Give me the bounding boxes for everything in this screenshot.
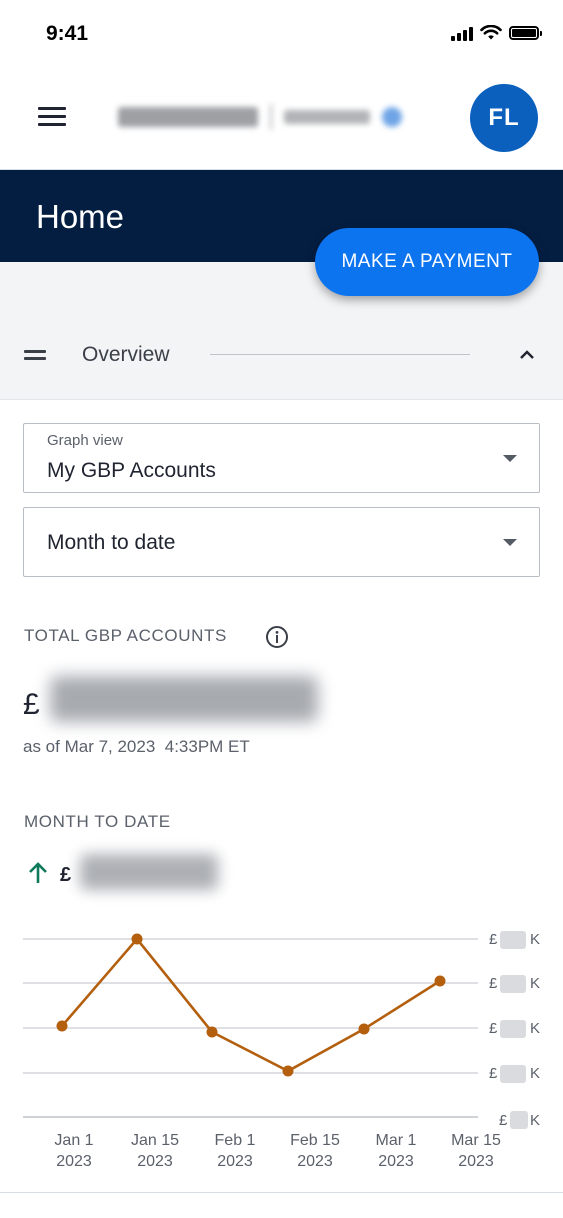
y-axis-labels: £ K £ K £ K £ K £ K — [489, 931, 540, 1129]
x-tick-year: 2023 — [378, 1153, 414, 1170]
graph-view-select[interactable]: Graph view My GBP Accounts — [23, 423, 540, 493]
overview-section-header: Overview — [0, 330, 563, 380]
y-tick-suffix: K — [530, 1065, 540, 1082]
battery-icon — [509, 26, 542, 40]
data-point[interactable] — [206, 1026, 218, 1038]
chart-gridlines — [23, 938, 478, 1118]
bottom-divider — [0, 1192, 563, 1193]
y-tick-label: £ — [489, 931, 498, 948]
x-tick-label: Feb 15 — [290, 1132, 340, 1149]
data-point[interactable] — [358, 1023, 370, 1035]
y-tick-obscured — [500, 1020, 526, 1038]
series-line — [61, 936, 441, 1073]
x-tick-year: 2023 — [217, 1153, 253, 1170]
data-point[interactable] — [282, 1065, 294, 1077]
dropdown-caret-icon — [503, 539, 517, 546]
make-payment-button[interactable]: MAKE A PAYMENT — [315, 228, 539, 296]
dropdown-caret-icon — [503, 455, 517, 462]
month-to-date-currency: £ — [60, 864, 72, 886]
x-tick-year: 2023 — [137, 1153, 173, 1170]
balance-line-chart: £ K £ K £ K £ K £ K Jan 1 2023 Jan 15 20… — [23, 931, 540, 1170]
info-circle-icon[interactable] — [265, 625, 289, 649]
x-tick-label: Jan 15 — [131, 1132, 179, 1149]
x-tick-label: Feb 1 — [215, 1132, 256, 1149]
chevron-up-icon[interactable] — [512, 342, 542, 368]
x-axis-labels: Jan 1 2023 Jan 15 2023 Feb 1 2023 Feb 15… — [54, 1132, 501, 1170]
x-tick-label: Mar 1 — [376, 1132, 417, 1149]
graph-view-label: Graph view — [47, 432, 123, 449]
x-tick-label: Mar 15 — [451, 1132, 501, 1149]
month-to-date-label: MONTH TO DATE — [24, 812, 171, 831]
x-tick-year: 2023 — [56, 1153, 92, 1170]
x-tick-label: Jan 1 — [54, 1132, 93, 1149]
chart-series — [56, 933, 446, 1077]
data-point[interactable] — [434, 975, 446, 987]
overview-label: Overview — [82, 343, 170, 366]
y-tick-obscured — [510, 1111, 528, 1129]
data-point[interactable] — [131, 933, 143, 945]
status-bar: 9:41 — [0, 0, 563, 62]
cellular-signal-icon — [451, 25, 473, 41]
wifi-icon — [480, 25, 502, 40]
arrow-up-icon — [29, 862, 47, 883]
month-to-date-obscured — [80, 854, 218, 890]
y-tick-obscured — [500, 1065, 526, 1083]
x-tick-year: 2023 — [458, 1153, 494, 1170]
y-tick-obscured — [500, 975, 526, 993]
graph-view-value: My GBP Accounts — [47, 459, 216, 482]
bank-logo — [118, 104, 402, 130]
y-tick-label: £ — [489, 1065, 498, 1082]
status-time: 9:41 — [46, 22, 89, 45]
page-title: Home — [36, 198, 125, 235]
y-tick-label: £ — [489, 975, 498, 992]
period-select[interactable]: Month to date — [23, 507, 540, 577]
total-accounts-label: TOTAL GBP ACCOUNTS — [24, 626, 227, 645]
y-tick-label: £ — [489, 1020, 498, 1037]
y-tick-label: £ — [499, 1112, 508, 1129]
y-tick-suffix: K — [530, 1112, 540, 1129]
hamburger-menu-icon[interactable] — [38, 107, 66, 127]
data-point[interactable] — [56, 1020, 68, 1032]
as-of-timestamp: as of Mar 7, 2023 4:33PM ET — [23, 737, 250, 756]
y-tick-suffix: K — [530, 975, 540, 992]
y-tick-suffix: K — [530, 1020, 540, 1037]
home-screen: 9:41 FL Home MAKE A PAYMENT Overview Gra… — [0, 0, 563, 1218]
total-balance-obscured — [50, 676, 318, 722]
avatar[interactable]: FL — [470, 84, 538, 152]
app-header: FL — [0, 62, 563, 170]
y-tick-obscured — [500, 931, 526, 949]
total-currency-symbol: £ — [23, 688, 40, 721]
overview-divider — [210, 354, 470, 355]
period-value: Month to date — [47, 531, 176, 554]
drag-handle-icon[interactable] — [24, 350, 46, 360]
x-tick-year: 2023 — [297, 1153, 333, 1170]
status-icons — [451, 25, 542, 41]
y-tick-suffix: K — [530, 931, 540, 948]
